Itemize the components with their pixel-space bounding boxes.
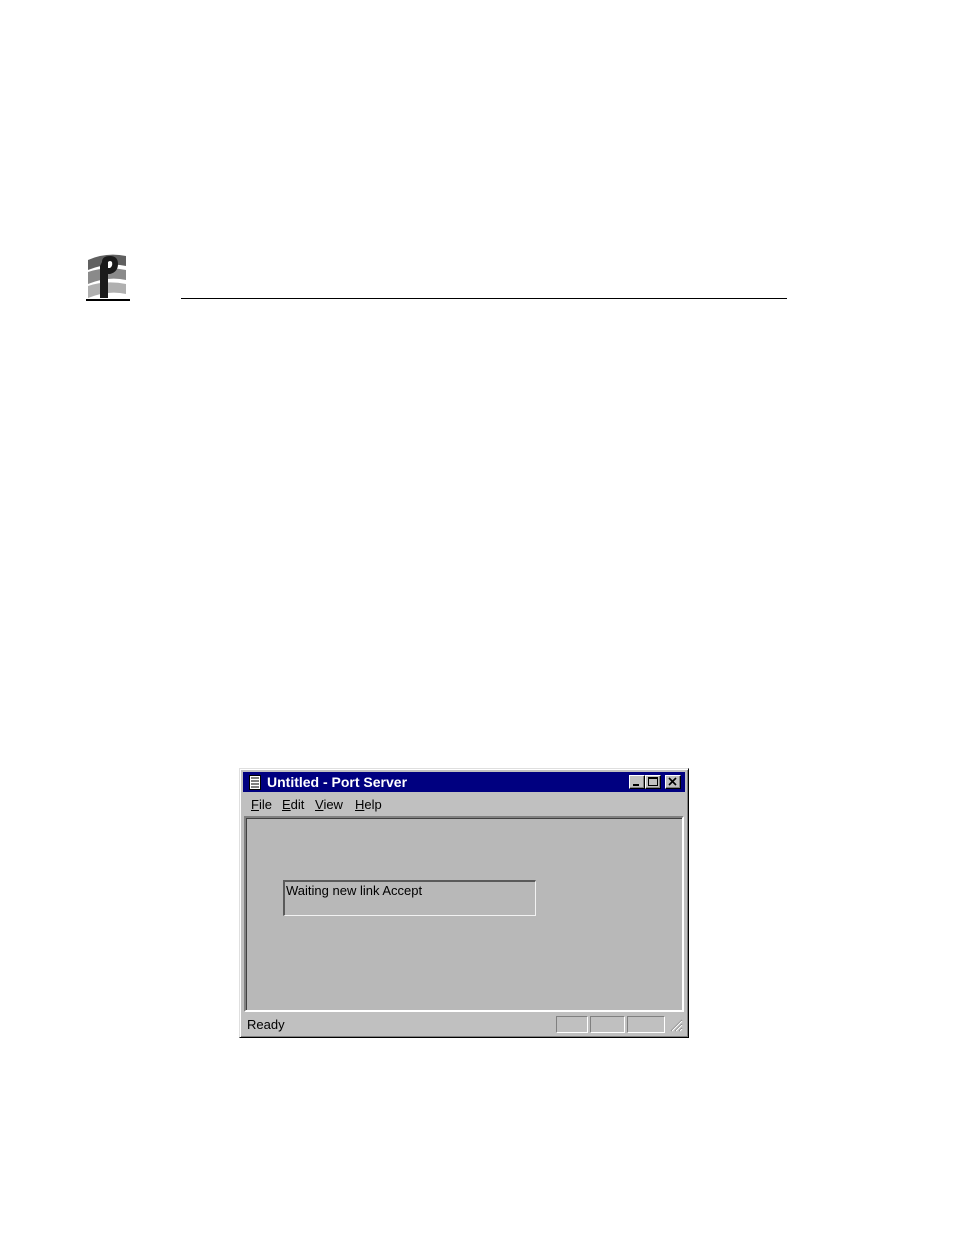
client-area: Waiting new link Accept — [244, 816, 684, 1012]
minimize-button[interactable] — [629, 775, 645, 789]
close-button[interactable] — [665, 775, 681, 789]
close-icon — [668, 777, 677, 786]
company-logo — [86, 252, 130, 302]
status-bar: Ready — [243, 1015, 685, 1033]
status-text: Ready — [247, 1017, 285, 1032]
menu-help[interactable]: Help — [355, 797, 382, 812]
title-bar[interactable]: Untitled - Port Server — [243, 772, 685, 792]
port-server-window: Untitled - Port Server File Edit View He… — [239, 768, 689, 1038]
menu-view[interactable]: View — [315, 797, 343, 812]
status-pane — [627, 1016, 665, 1033]
menu-bar: File Edit View Help — [243, 794, 685, 814]
window-title: Untitled - Port Server — [267, 774, 408, 790]
status-pane — [556, 1016, 588, 1033]
header-rule — [181, 298, 787, 299]
menu-edit[interactable]: Edit — [282, 797, 304, 812]
menu-file[interactable]: File — [251, 797, 272, 812]
link-status-box: Waiting new link Accept — [283, 880, 536, 916]
maximize-button[interactable] — [645, 775, 661, 789]
minimize-icon — [633, 784, 639, 786]
resize-grip-icon[interactable] — [669, 1018, 683, 1032]
status-pane — [590, 1016, 625, 1033]
maximize-icon — [648, 777, 658, 786]
document-icon[interactable] — [249, 775, 261, 790]
